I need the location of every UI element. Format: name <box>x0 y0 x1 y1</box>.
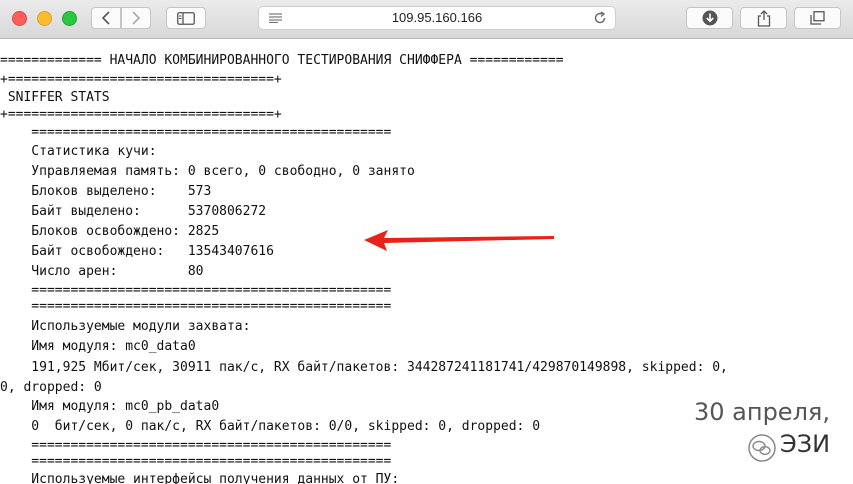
separator-line: ========================================… <box>0 125 392 140</box>
bytes-allocated-line: Байт выделено: 5370806272 <box>0 204 267 219</box>
share-button[interactable] <box>740 7 787 29</box>
close-window-button[interactable] <box>12 11 27 26</box>
test-header-line: ============= НАЧАЛО КОМБИНИРОВАННОГО ТЕ… <box>0 53 564 68</box>
separator-line: ========================================… <box>0 454 392 469</box>
heap-stats-heading: Статистика кучи: <box>0 144 157 159</box>
chevron-left-icon <box>101 11 110 25</box>
separator-line: ========================================… <box>0 299 392 314</box>
arena-count-line: Число арен: 80 <box>0 264 204 279</box>
wechat-logo-icon <box>748 434 776 462</box>
capture-modules-heading: Используемые модули захвата: <box>0 319 251 334</box>
module-name-line: Имя модуля: mc0_pb_data0 <box>0 399 220 414</box>
download-icon <box>702 10 717 26</box>
blocks-freed-line: Блоков освобождено: 2825 <box>0 224 220 239</box>
stats-border-line: +==================================+ <box>0 72 282 87</box>
zoom-window-button[interactable] <box>62 11 77 26</box>
red-arrow-annotation <box>364 230 554 251</box>
share-icon <box>757 9 770 27</box>
tabs-icon <box>810 11 825 25</box>
bytes-freed-line: Байт освобождено: 13543407616 <box>0 244 274 259</box>
interfaces-heading: Используемые интерфейсы получения данных… <box>0 472 400 484</box>
reload-icon[interactable] <box>593 11 607 25</box>
browser-toolbar: 109.95.160.166 <box>0 0 853 39</box>
module-name-line: Имя модуля: mc0_data0 <box>0 339 196 354</box>
tabs-button[interactable] <box>794 7 841 29</box>
watermark-text: ЭЗИ <box>780 430 831 458</box>
forward-button[interactable] <box>121 7 151 29</box>
stats-border-line: +==================================+ <box>0 107 282 122</box>
blocks-allocated-line: Блоков выделено: 573 <box>0 184 212 199</box>
module-stats-line: 0 бит/сек, 0 пак/с, RX байт/пакетов: 0/0… <box>0 419 541 434</box>
back-button[interactable] <box>91 7 121 29</box>
sidebar-icon <box>177 11 195 25</box>
chevron-right-icon <box>132 11 141 25</box>
address-bar[interactable]: 109.95.160.166 <box>258 6 616 30</box>
module-stats-line: 191,925 Мбит/сек, 30911 пак/с, RX байт/п… <box>0 360 728 375</box>
download-button[interactable] <box>686 7 733 29</box>
watermark-date: 30 апреля, <box>694 398 830 426</box>
managed-memory-line: Управляемая память: 0 всего, 0 свободно,… <box>0 164 415 179</box>
module-stats-wrap-line: 0, dropped: 0 <box>0 380 102 395</box>
sidebar-button[interactable] <box>166 7 206 29</box>
minimize-window-button[interactable] <box>37 11 52 26</box>
url-text[interactable]: 109.95.160.166 <box>259 10 615 25</box>
